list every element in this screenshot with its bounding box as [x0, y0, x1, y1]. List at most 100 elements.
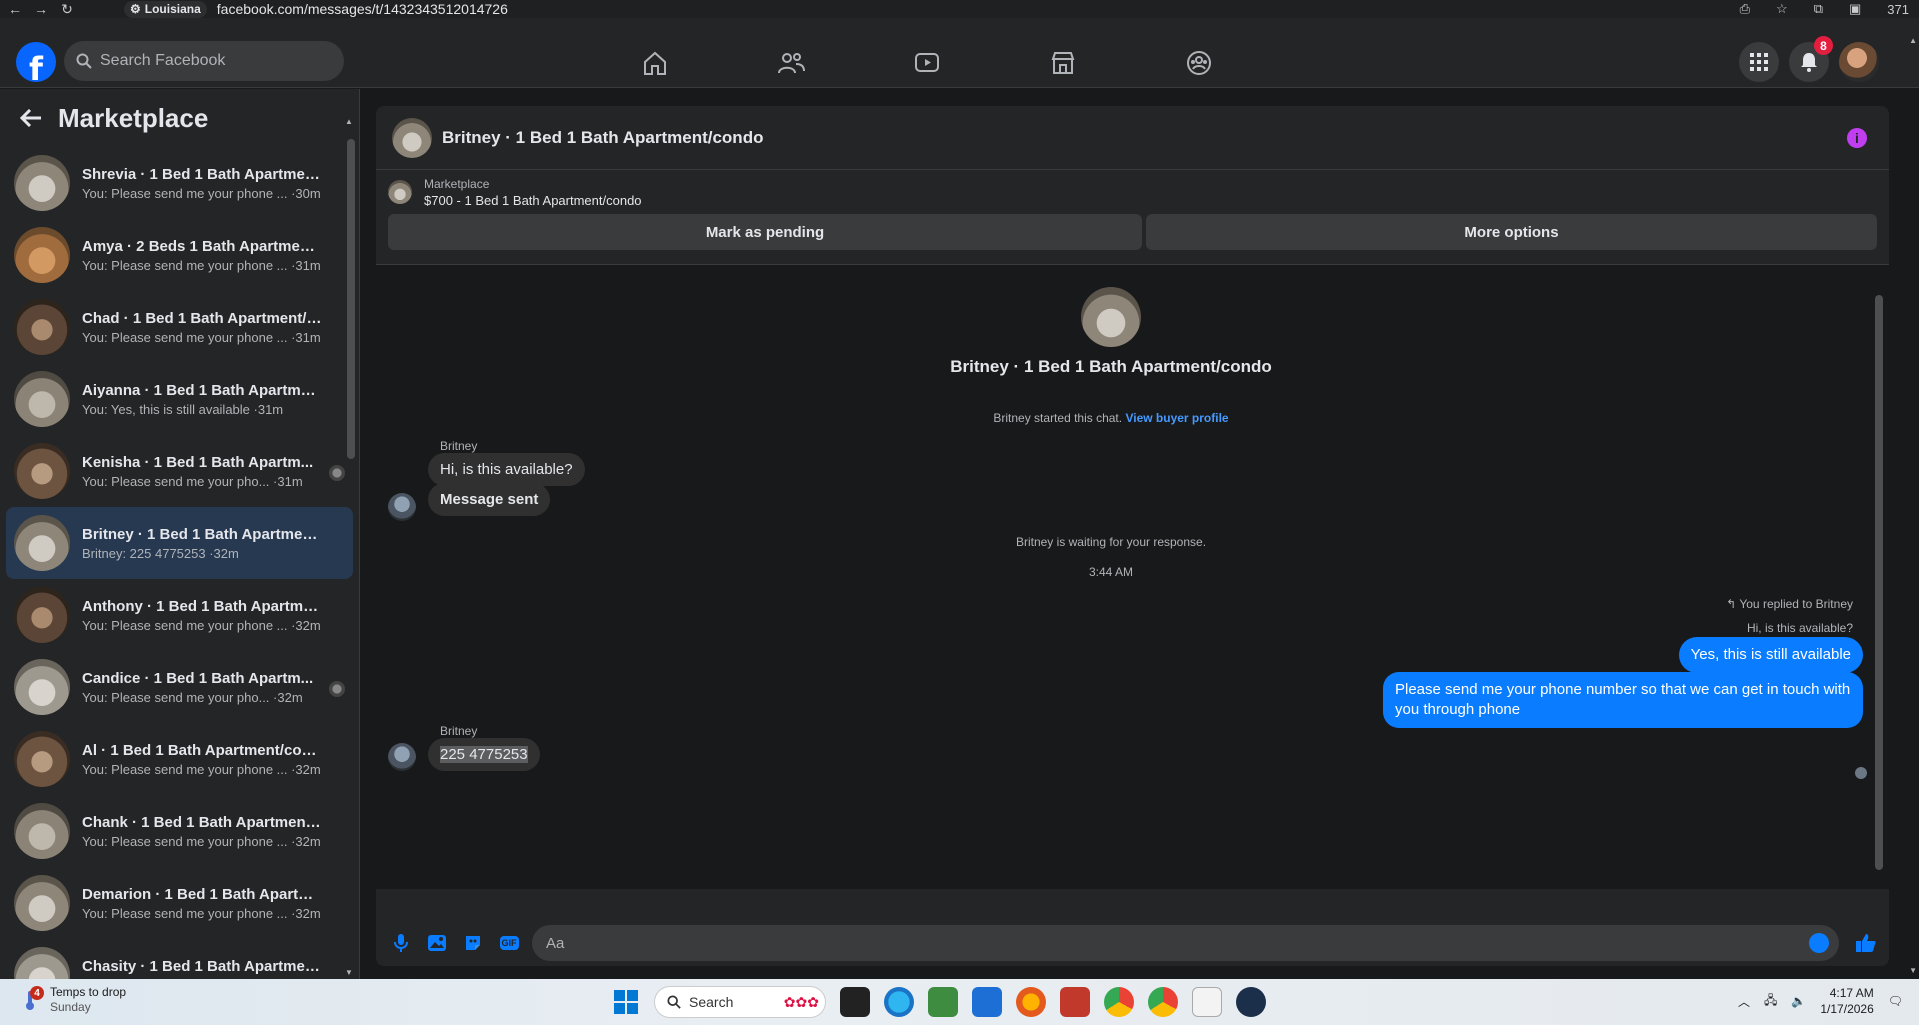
conversation-meta: Amya · 2 Beds 1 Bath Apartment... You: Pl…	[82, 238, 322, 273]
url-text[interactable]: facebook.com/messages/t/1432343512014726	[217, 1, 508, 17]
mark-as-pending-button[interactable]: Mark as pending	[388, 214, 1142, 250]
conversation-thumbnail	[14, 803, 70, 859]
photo-icon[interactable]	[424, 930, 450, 956]
sender-avatar[interactable]	[388, 493, 416, 521]
sidebar-scrollbar[interactable]	[347, 139, 355, 459]
watch-video-icon[interactable]	[912, 48, 942, 78]
message-input[interactable]: Aa	[532, 925, 1839, 961]
tray-chevron-icon[interactable]: ︿	[1738, 993, 1750, 1010]
page-scroll-down-icon[interactable]: ▼	[1909, 966, 1917, 975]
conversation-item[interactable]: Anthony · 1 Bed 1 Bath Apartme... You: Pl…	[6, 579, 353, 651]
incoming-message[interactable]: Hi, is this available?	[428, 453, 585, 486]
page-scroll-up-icon[interactable]: ▲	[1909, 36, 1917, 45]
sender-avatar[interactable]	[388, 743, 416, 771]
conversation-meta: Demarion · 1 Bed 1 Bath Apartm... You: Pl…	[82, 886, 322, 921]
forward-arrow-icon[interactable]: →	[30, 1, 52, 17]
sticker-icon[interactable]	[460, 930, 486, 956]
search-icon	[667, 995, 681, 1009]
sidebar-title: Marketplace	[58, 102, 209, 133]
address-bar[interactable]: ⚙ Louisiana facebook.com/messages/t/1432…	[124, 0, 508, 18]
account-avatar[interactable]	[1839, 42, 1879, 82]
menu-grid-button[interactable]	[1739, 42, 1779, 82]
conversation-item[interactable]: Demarion · 1 Bed 1 Bath Apartm... You: Pl…	[6, 867, 353, 939]
facebook-logo-icon[interactable]: f	[16, 42, 56, 82]
weather-widget[interactable]: 4 Temps to drop Sunday	[18, 985, 126, 1015]
install-app-icon[interactable]: ⎙	[1740, 1, 1750, 17]
bookmark-star-icon[interactable]: ☆	[1776, 1, 1788, 17]
chat-thumbnail[interactable]	[392, 117, 432, 158]
conversation-name: Kenisha · 1 Bed 1 Bath Apartm...	[82, 453, 314, 471]
conversation-thumbnail	[14, 659, 70, 715]
notepad-icon[interactable]	[1192, 987, 1222, 1017]
incoming-message[interactable]: Message sent	[428, 483, 551, 516]
conversation-item[interactable]: Chad · 1 Bed 1 Bath Apartment/c... You: P…	[6, 291, 353, 363]
friends-icon[interactable]	[776, 48, 806, 78]
conversation-item[interactable]: Aiyanna · 1 Bed 1 Bath Apartmen... You: Y…	[6, 363, 353, 435]
edge-icon[interactable]	[884, 987, 914, 1017]
chat-title[interactable]: Britney · 1 Bed 1 Bath Apartment/condo	[442, 128, 763, 148]
outgoing-message[interactable]: Please send me your phone number so that…	[1383, 672, 1863, 728]
chrome-profile-icon[interactable]	[1148, 987, 1178, 1017]
weather-subtitle: Sunday	[50, 1000, 91, 1014]
search-input[interactable]: Search Facebook	[64, 41, 344, 81]
conversation-thumbnail	[14, 515, 70, 571]
conversation-item[interactable]: Chasity · 1 Bed 1 Bath Apartment...You: …	[6, 939, 353, 979]
listing-summary[interactable]: Marketplace $700 - 1 Bed 1 Bath Apartmen…	[376, 170, 1889, 214]
conversation-item[interactable]: Amya · 2 Beds 1 Bath Apartment... You: Pl…	[6, 219, 353, 291]
microphone-icon[interactable]	[388, 930, 414, 956]
conversation-meta: Chad · 1 Bed 1 Bath Apartment/c... You: P…	[82, 310, 322, 345]
listing-thumbnail	[388, 180, 412, 204]
gif-icon[interactable]: GIF	[496, 930, 522, 956]
conversation-thumbnail	[14, 947, 70, 979]
tab-count[interactable]: 371	[1887, 2, 1909, 17]
file-explorer-icon[interactable]	[840, 987, 870, 1017]
notification-center-icon[interactable]: 🗨	[1888, 994, 1903, 1008]
side-panel-icon[interactable]: ▣	[1849, 1, 1861, 17]
more-options-button[interactable]: More options	[1146, 214, 1877, 250]
reload-icon[interactable]: ↻	[56, 1, 78, 18]
back-arrow-icon[interactable]	[20, 109, 42, 127]
thumbs-up-icon[interactable]	[1853, 930, 1879, 956]
sync-app-icon[interactable]	[972, 987, 1002, 1017]
volume-icon[interactable]: 🔈	[1791, 994, 1806, 1008]
back-arrow-icon[interactable]: ←	[4, 1, 26, 17]
conversation-item[interactable]: Shrevia · 1 Bed 1 Bath Apartment... You: …	[6, 147, 353, 219]
sidebar-header: Marketplace	[0, 89, 359, 147]
view-buyer-profile-link[interactable]: View buyer profile	[1125, 411, 1228, 425]
conversation-item[interactable]: Kenisha · 1 Bed 1 Bath Apartm... You: Ple…	[6, 435, 353, 507]
groups-icon[interactable]	[1184, 48, 1214, 78]
clock[interactable]: 4:17 AM 1/17/2026	[1820, 985, 1873, 1017]
chrome-icon[interactable]	[1104, 987, 1134, 1017]
conversation-item[interactable]: Candice · 1 Bed 1 Bath Apartm... You: Ple…	[6, 651, 353, 723]
reply-quote: Hi, is this available?	[1746, 621, 1853, 635]
info-icon[interactable]: i	[1847, 128, 1867, 148]
extensions-icon[interactable]: ⧉	[1814, 1, 1823, 17]
weather-icon: 4	[18, 986, 44, 1012]
outgoing-message[interactable]: Yes, this is still available	[1678, 637, 1863, 673]
scroll-down-arrow-icon[interactable]: ▼	[345, 968, 355, 977]
scroll-up-arrow-icon[interactable]: ▲	[345, 117, 355, 126]
emoji-icon[interactable]	[1809, 933, 1829, 953]
chart-app-icon[interactable]	[928, 987, 958, 1017]
conversation-item[interactable]: Al · 1 Bed 1 Bath Apartment/con... You: P…	[6, 723, 353, 795]
conversation-thumbnail	[14, 587, 70, 643]
messages-scrollbar[interactable]	[1875, 295, 1883, 870]
weather-badge: 4	[30, 986, 44, 1000]
conversation-preview: You: Please send me your pho... ·31m	[82, 473, 303, 489]
firefox-icon[interactable]	[1016, 987, 1046, 1017]
incoming-message[interactable]: 225 4775253	[428, 738, 540, 771]
site-info-chip[interactable]: ⚙ Louisiana	[124, 0, 207, 18]
conversation-item[interactable]: Chank · 1 Bed 1 Bath Apartment/... You: P…	[6, 795, 353, 867]
home-icon[interactable]	[640, 48, 670, 78]
selected-text[interactable]: 225 4775253	[440, 746, 528, 763]
game-app-icon[interactable]	[1236, 987, 1266, 1017]
intro-thumbnail	[1081, 287, 1141, 347]
conversation-item[interactable]: Britney · 1 Bed 1 Bath Apartment... Britn…	[6, 507, 353, 579]
marketplace-icon[interactable]	[1048, 48, 1078, 78]
network-icon[interactable]: 🖧	[1764, 991, 1777, 1012]
snipping-tool-icon[interactable]	[1060, 987, 1090, 1017]
taskbar-search[interactable]: Search ✿✿✿	[654, 986, 826, 1018]
start-button[interactable]	[612, 988, 640, 1016]
notifications-button[interactable]: 8	[1789, 36, 1833, 82]
tulips-icon: ✿✿✿	[783, 993, 819, 1010]
